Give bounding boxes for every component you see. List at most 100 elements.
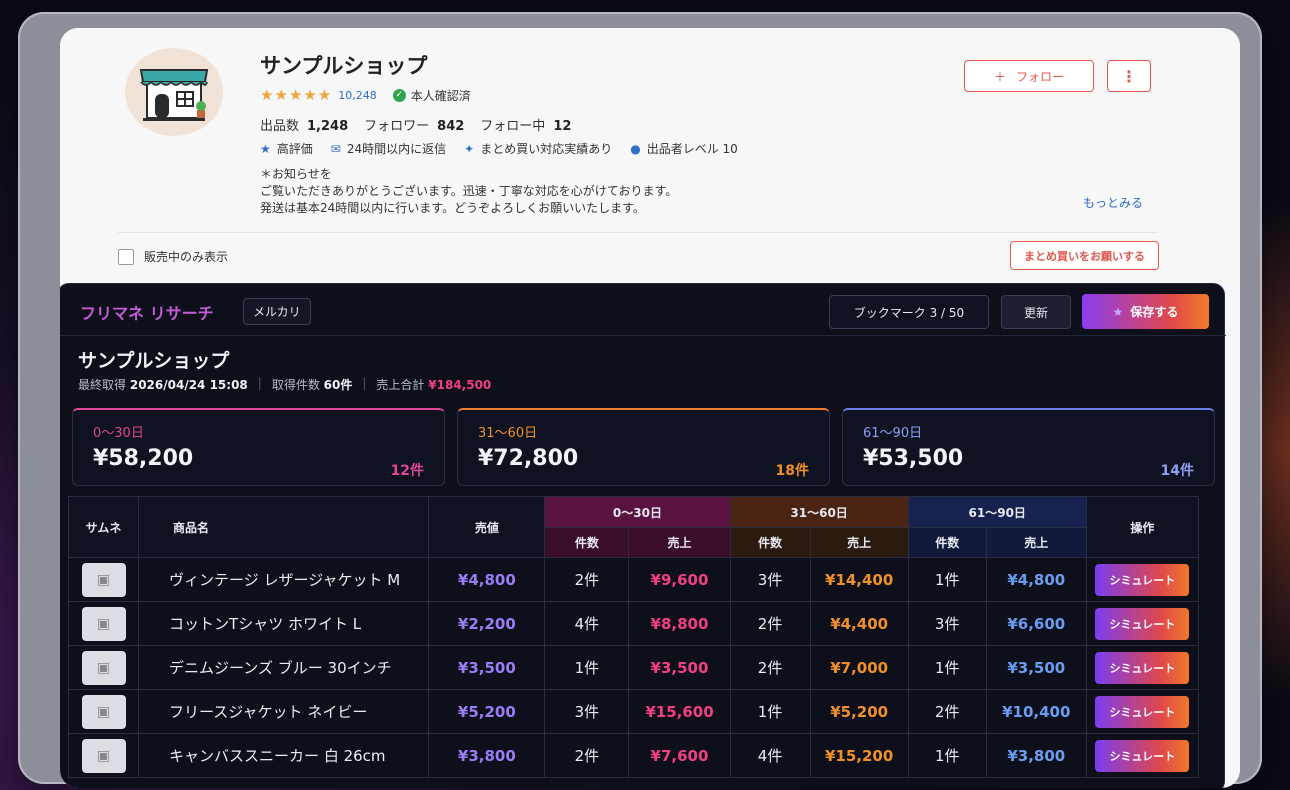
action-cell: シミュレート (1085, 689, 1200, 734)
image-icon: ▣ (81, 606, 126, 641)
count-61-90: 3件 (907, 601, 987, 646)
kebab-icon: ⋮ (1121, 66, 1137, 86)
rating-stars: ★★★★★ (260, 86, 333, 104)
sales-61-90: ¥10,400 (985, 689, 1087, 734)
sales-0-30: ¥3,500 (628, 645, 731, 690)
sales-61-90: ¥3,800 (985, 733, 1087, 778)
sales-61-90: ¥4,800 (985, 557, 1087, 602)
sales-0-30: ¥15,600 (628, 689, 731, 734)
product-price: ¥5,200 (428, 689, 546, 734)
sales-0-30: ¥7,600 (628, 733, 731, 778)
simulate-button[interactable]: シミュレート (1095, 739, 1190, 772)
period-card-0-30: 0〜30日 ¥58,200 12件 (72, 408, 445, 486)
shop-name: サンプルショップ (260, 54, 428, 78)
count-0-30: 2件 (544, 733, 630, 778)
table-row: ▣ コットンTシャツ ホワイト L ¥2,200 4件 ¥8,800 2件 ¥4,400 3件… (67, 601, 1200, 646)
brand-title: フリマネ リサーチ (80, 304, 214, 323)
product-price: ¥3,500 (428, 645, 546, 690)
fetch-meta: 最終取得 2026/04/24 15:08 | 取得件数 60件 | 売上合計 … (78, 376, 492, 392)
product-thumbnail[interactable]: ▣ (67, 557, 140, 602)
sales-31-60: ¥4,400 (809, 601, 909, 646)
col-thumb: サムネ (67, 496, 140, 558)
star-icon: ★ (260, 141, 271, 156)
product-name[interactable]: デニムジーンズ ブルー 30インチ (138, 645, 430, 690)
research-panel: フリマネ リサーチ メルカリ ブックマーク 3 / 50 更新 ★ 保存する サ… (60, 283, 1226, 788)
product-thumbnail[interactable]: ▣ (67, 689, 140, 734)
shop-stats: 出品数 1,248 フォロワー 842 フォロー中 12 (260, 115, 571, 134)
group-0-30: 0〜30日 (544, 496, 731, 528)
shop-badges: ★ 高評価 ✉ 24時間以内に返信 ✦ まとめ買い対応実績あり ● 出品者レベル 10 (260, 140, 738, 157)
sales-0-30: ¥9,600 (628, 557, 731, 602)
bulk-request-button[interactable]: まとめ買いをお願いする (1010, 241, 1159, 270)
verified-badge: ✓ 本人確認済 (392, 87, 471, 104)
stat-listings[interactable]: 出品数 1,248 (260, 115, 348, 134)
action-cell: シミュレート (1085, 557, 1200, 602)
table-row: ▣ デニムジーンズ ブルー 30インチ ¥3,500 1件 ¥3,500 2件 ¥7,000… (67, 645, 1200, 690)
count-31-60: 3件 (729, 557, 811, 602)
table-row: ▣ キャンバススニーカー 白 26cm ¥3,800 2件 ¥7,600 4件 ¥15,20… (67, 733, 1200, 778)
simulate-button[interactable]: シミュレート (1095, 695, 1190, 728)
product-name[interactable]: コットンTシャツ ホワイト L (138, 601, 430, 646)
count-0-30: 1件 (544, 645, 630, 690)
action-cell: シミュレート (1085, 645, 1200, 690)
simulate-button[interactable]: シミュレート (1095, 563, 1190, 596)
divider (118, 232, 1158, 233)
storefront-icon (139, 69, 209, 121)
simulate-button[interactable]: シミュレート (1095, 607, 1190, 640)
image-icon: ▣ (81, 562, 126, 597)
simulate-button[interactable]: シミュレート (1095, 651, 1190, 684)
package-icon: ✦ (464, 141, 475, 156)
group-31-60: 31〜60日 (729, 496, 909, 528)
product-thumbnail[interactable]: ▣ (67, 645, 140, 690)
on-sale-checkbox[interactable] (118, 248, 134, 265)
sales-31-60: ¥14,400 (809, 557, 909, 602)
product-name[interactable]: フリースジャケット ネイビー (138, 689, 430, 734)
sales-31-60: ¥7,000 (809, 645, 909, 690)
follow-button[interactable]: ＋ フォロー (964, 60, 1094, 92)
sales-61-90: ¥3,500 (985, 645, 1087, 690)
product-price: ¥3,800 (428, 733, 546, 778)
col-price: 売値 (428, 496, 546, 558)
bookmark-button[interactable]: ブックマーク 3 / 50 (829, 295, 989, 329)
action-cell: シミュレート (1085, 733, 1200, 778)
stat-followers[interactable]: フォロワー 842 (364, 115, 464, 134)
more-link[interactable]: もっとみる (1083, 194, 1143, 211)
review-count-link[interactable]: 10,248 (338, 89, 377, 102)
period-card-61-90: 61〜90日 ¥53,500 14件 (842, 408, 1215, 486)
product-name[interactable]: ヴィンテージ レザージャケット M (138, 557, 430, 602)
period-card-31-60: 31〜60日 ¥72,800 18件 (457, 408, 830, 486)
shop-header: サンプルショップ ★★★★★ 10,248 ✓ 本人確認済 出品数 1,248 フ… (60, 28, 1240, 283)
screen: サンプルショップ ★★★★★ 10,248 ✓ 本人確認済 出品数 1,248 フ… (60, 28, 1240, 788)
platform-tag: メルカリ (243, 298, 311, 325)
col-action: 操作 (1085, 496, 1200, 558)
product-thumbnail[interactable]: ▣ (67, 601, 140, 646)
count-61-90: 2件 (907, 689, 987, 734)
sales-table: サムネ 商品名 売値 0〜30日 31〜60日 61〜90日 操作 件数 売上 … (67, 496, 1200, 778)
panel-shop-title: サンプルショップ (78, 350, 230, 372)
count-31-60: 2件 (729, 645, 811, 690)
count-31-60: 1件 (729, 689, 811, 734)
plus-icon: ＋ (993, 69, 1006, 84)
on-sale-filter[interactable]: 販売中のみ表示 (118, 248, 228, 265)
image-icon: ▣ (81, 694, 126, 729)
image-icon: ▣ (81, 738, 126, 773)
tablet-frame: サンプルショップ ★★★★★ 10,248 ✓ 本人確認済 出品数 1,248 フ… (18, 12, 1262, 788)
badge-quick-reply: ✉ 24時間以内に返信 (330, 141, 447, 157)
sales-31-60: ¥15,200 (809, 733, 909, 778)
shop-notice: ＊お知らせを ご覧いただきありがとうございます。迅速・丁寧な対応を心がけておりま… (260, 167, 678, 215)
count-0-30: 3件 (544, 689, 630, 734)
stat-following[interactable]: フォロー中 12 (480, 115, 571, 134)
product-name[interactable]: キャンバススニーカー 白 26cm (138, 733, 430, 778)
count-0-30: 4件 (544, 601, 630, 646)
product-thumbnail[interactable]: ▣ (67, 733, 140, 778)
count-0-30: 2件 (544, 557, 630, 602)
count-31-60: 2件 (729, 601, 811, 646)
more-options-button[interactable]: ⋮ (1107, 60, 1151, 92)
badge-high-rating: ★ 高評価 (260, 141, 313, 157)
refresh-button[interactable]: 更新 (1001, 295, 1071, 329)
save-button[interactable]: ★ 保存する (1082, 294, 1209, 329)
sales-31-60: ¥5,200 (809, 689, 909, 734)
action-cell: シミュレート (1085, 601, 1200, 646)
badge-level: ● 出品者レベル 10 (630, 141, 738, 157)
shop-avatar (125, 48, 223, 136)
